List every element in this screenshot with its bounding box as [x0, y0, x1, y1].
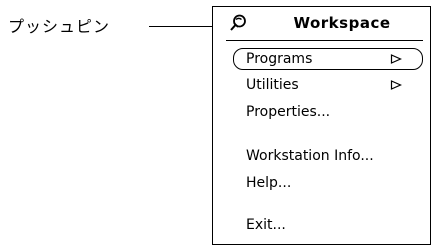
pushpin-icon[interactable]	[229, 14, 247, 32]
menu-header: Workspace	[213, 7, 430, 41]
submenu-arrow-icon	[390, 80, 402, 90]
workspace-menu: Workspace Programs Utilities Properties.…	[212, 6, 431, 245]
menu-item-help[interactable]: Help...	[233, 173, 423, 193]
menu-item-workstation-info[interactable]: Workstation Info...	[233, 146, 423, 166]
menu-item-label: Utilities	[246, 77, 299, 93]
menu-item-label: Help...	[246, 175, 292, 191]
menu-item-properties[interactable]: Properties...	[233, 102, 423, 122]
title-divider	[226, 40, 423, 41]
menu-item-label: Programs	[246, 51, 313, 67]
menu-item-programs[interactable]: Programs	[233, 48, 423, 70]
submenu-arrow-icon	[390, 54, 402, 64]
menu-item-label: Exit...	[246, 217, 286, 233]
menu-item-label: Properties...	[246, 104, 331, 120]
menu-title: Workspace	[293, 14, 391, 32]
pushpin-callout-label: プッシュピン	[8, 17, 111, 36]
menu-item-label: Workstation Info...	[246, 148, 374, 164]
menu-item-utilities[interactable]: Utilities	[233, 75, 423, 95]
menu-item-exit[interactable]: Exit...	[233, 215, 423, 235]
callout-leader-line	[149, 26, 213, 27]
